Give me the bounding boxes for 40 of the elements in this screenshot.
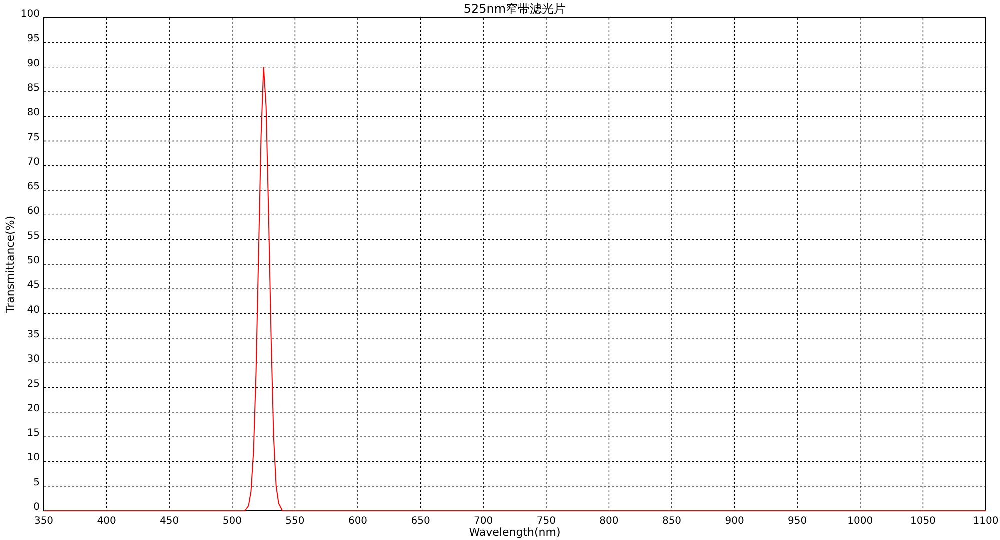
y-tick-label: 55 [27, 230, 40, 242]
y-tick-label: 25 [27, 378, 40, 390]
y-tick-label: 35 [27, 329, 40, 340]
x-tick-label: 600 [348, 516, 368, 527]
y-tick-label: 60 [27, 206, 40, 218]
y-tick-label: 95 [27, 34, 40, 45]
x-tick-label: 350 [34, 516, 54, 527]
y-tick-label: 10 [27, 452, 40, 464]
chart-title: 525nm窄带滤光片 [464, 2, 566, 16]
x-tick-label: 850 [662, 516, 682, 527]
x-tick-label: 550 [286, 516, 305, 527]
y-tick-label: 75 [27, 132, 40, 144]
y-tick-label: 40 [27, 304, 40, 316]
y-tick-label: 50 [27, 256, 40, 266]
x-tick-label: 450 [160, 516, 180, 527]
y-tick-label: 0 [34, 502, 40, 513]
x-tick-label: 650 [411, 516, 430, 527]
x-tick-label: 1050 [910, 516, 936, 527]
y-tick-label: 90 [27, 58, 40, 70]
y-tick-label: 85 [27, 82, 40, 94]
x-tick-label: 1000 [848, 516, 874, 527]
y-tick-label: 80 [27, 108, 40, 119]
y-tick-label: 30 [27, 354, 40, 366]
x-tick-label: 950 [788, 516, 808, 527]
y-tick-label: 100 [20, 9, 40, 20]
x-tick-label: 800 [600, 516, 619, 527]
y-tick-label: 5 [34, 477, 40, 488]
y-tick-label: 70 [27, 156, 40, 168]
x-tick-label: 700 [474, 516, 494, 527]
y-axis-title: Transmittance(%) [4, 216, 17, 314]
y-tick-label: 15 [27, 428, 40, 440]
y-tick-label: 20 [27, 403, 40, 414]
y-tick-label: 45 [27, 280, 40, 292]
x-tick-label: 750 [536, 516, 556, 527]
x-axis-title: Wavelength(nm) [469, 526, 561, 539]
x-tick-label: 900 [725, 516, 744, 527]
x-tick-label: 500 [222, 516, 242, 527]
x-tick-label: 1100 [973, 516, 999, 527]
x-tick-label: 400 [97, 516, 116, 527]
y-tick-label: 65 [27, 182, 40, 193]
